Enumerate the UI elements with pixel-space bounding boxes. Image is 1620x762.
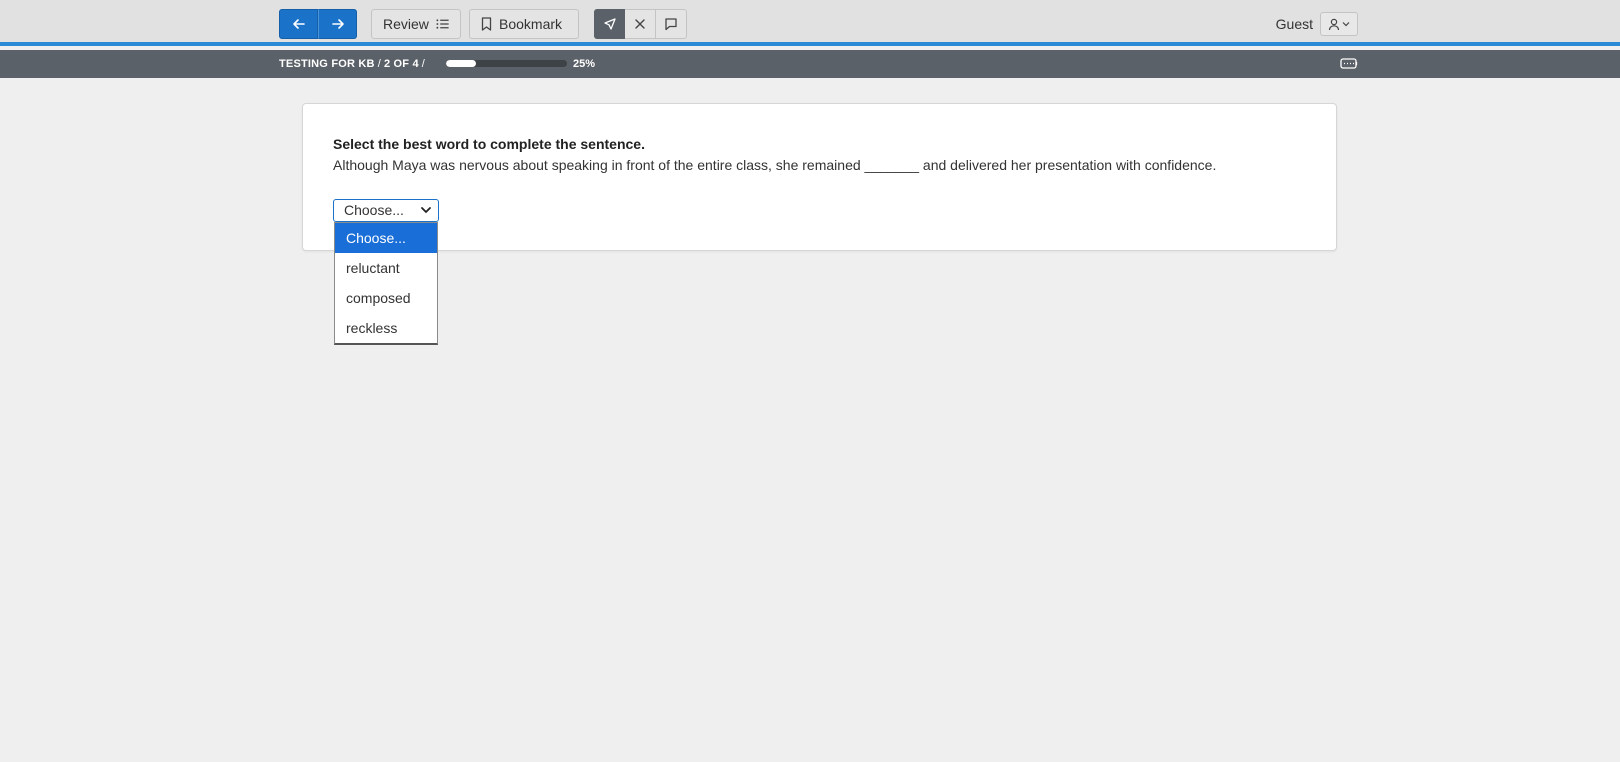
arrow-left-icon (292, 19, 305, 29)
dropdown-option[interactable]: reluctant (335, 253, 437, 283)
top-toolbar: Review Bookmark Guest (0, 0, 1620, 46)
dropdown-option[interactable]: composed (335, 283, 437, 313)
bookmark-label: Bookmark (499, 16, 563, 32)
question-instruction: Select the best word to complete the sen… (333, 136, 645, 152)
keyboard-icon (1340, 58, 1358, 69)
previous-button[interactable] (279, 9, 318, 39)
breadcrumb: TESTING FOR KB/2 OF 4/ (279, 58, 426, 70)
question-sentence: Although Maya was nervous about speaking… (333, 157, 1217, 173)
user-menu-button[interactable] (1320, 12, 1358, 36)
dropdown-option[interactable]: Choose... (335, 223, 437, 253)
close-icon (635, 19, 645, 29)
review-button[interactable]: Review (371, 9, 461, 39)
user-name: Guest (1275, 16, 1313, 32)
next-button[interactable] (318, 9, 357, 39)
pointer-tool-button[interactable] (594, 9, 625, 39)
list-icon (436, 19, 449, 29)
question-card: Select the best word to complete the sen… (302, 103, 1337, 251)
progress-bar (446, 60, 567, 67)
pointer-icon (603, 18, 616, 30)
bookmark-button[interactable]: Bookmark (469, 9, 579, 39)
comment-icon (665, 18, 677, 31)
comment-tool-button[interactable] (656, 9, 687, 39)
review-label: Review (383, 16, 429, 32)
eliminate-tool-button[interactable] (625, 9, 656, 39)
progress-percent: 25% (573, 58, 596, 70)
chevron-down-icon (1342, 22, 1350, 27)
annotation-tools (594, 9, 687, 39)
dropdown-option[interactable]: reckless (335, 313, 437, 343)
test-name: TESTING FOR KB (279, 58, 375, 70)
question-position: 2 OF 4 (383, 58, 419, 70)
answer-select-value: Choose... (344, 202, 404, 218)
status-bar: TESTING FOR KB/2 OF 4/ 25% (0, 50, 1620, 78)
chevron-down-icon (421, 207, 431, 213)
user-icon (1328, 18, 1340, 30)
arrow-right-icon (331, 19, 344, 29)
navigation-group (279, 9, 357, 39)
progress-fill (446, 60, 477, 67)
keyboard-shortcuts-button[interactable] (1340, 57, 1358, 75)
bookmark-icon (481, 17, 492, 31)
answer-dropdown-list: Choose... reluctant composed reckless (334, 222, 438, 345)
user-area: Guest (1276, 12, 1358, 36)
answer-select[interactable]: Choose... (333, 199, 439, 222)
